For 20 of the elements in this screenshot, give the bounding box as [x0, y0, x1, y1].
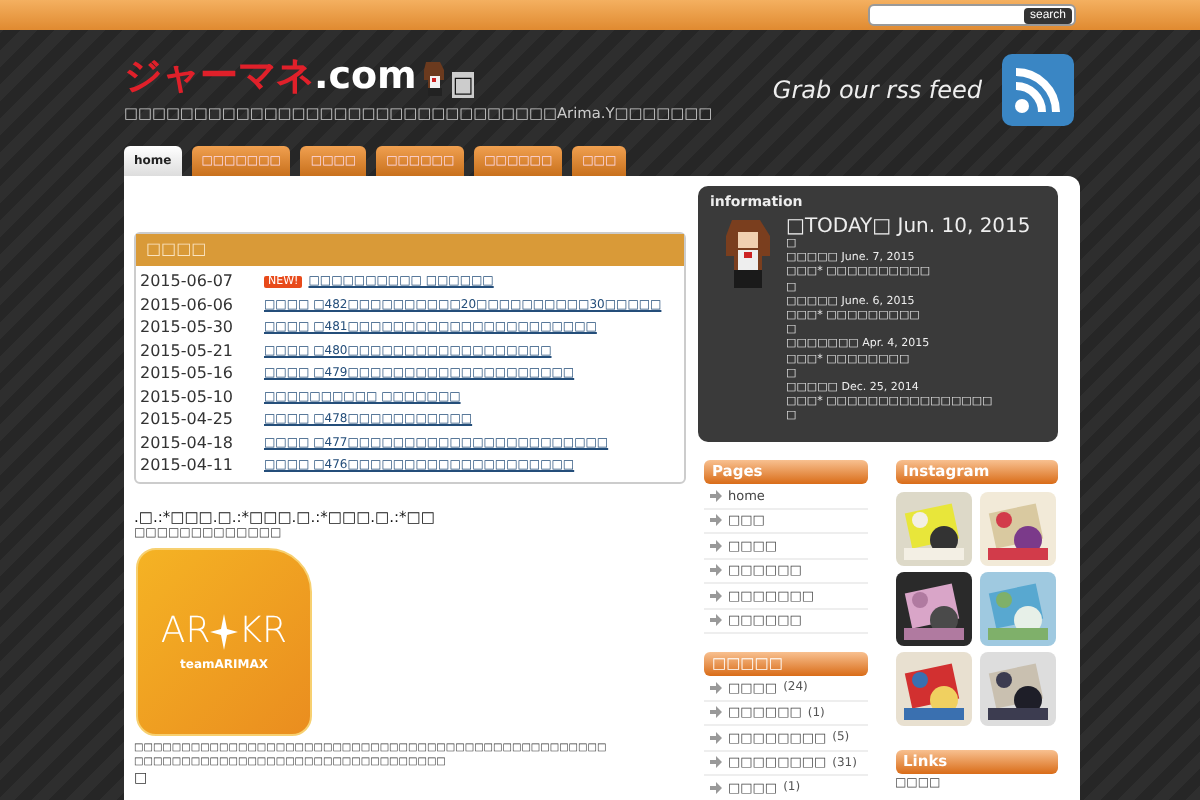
- news-date: 2015-05-16: [140, 364, 235, 383]
- news-date: 2015-05-10: [140, 387, 235, 406]
- news-heading: □□□□: [136, 234, 684, 266]
- rss-icon[interactable]: [1002, 54, 1074, 126]
- today-date: □TODAY□ Jun. 10, 2015: [786, 216, 1031, 238]
- news-date: 2015-05-21: [140, 341, 235, 360]
- character-icon: [420, 58, 449, 98]
- logo-text: AR: [160, 610, 211, 652]
- rss-link[interactable]: Grab our rss feed: [772, 76, 982, 104]
- news-date: 2015-05-30: [140, 318, 235, 337]
- news-date: 2015-04-11: [140, 456, 235, 475]
- news-date: 2015-06-07: [140, 272, 235, 291]
- news-date: 2015-04-25: [140, 410, 235, 429]
- news-date: 2015-06-06: [140, 295, 235, 314]
- logo-glyph: □: [452, 72, 474, 98]
- character-icon: [722, 216, 774, 292]
- sparkle-icon: [210, 613, 239, 649]
- news-date: 2015-04-18: [140, 433, 235, 452]
- site-logo[interactable]: ジャーマネ.com: [124, 54, 417, 98]
- logo-text: KR: [238, 610, 288, 652]
